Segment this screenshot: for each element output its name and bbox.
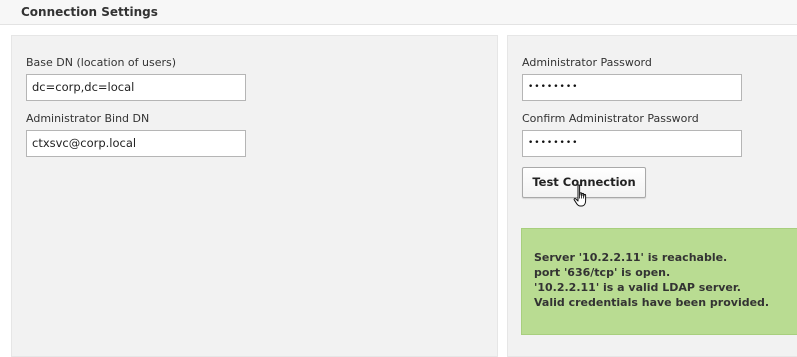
admin-password-label: Administrator Password <box>522 56 652 69</box>
hand-pointer-icon <box>573 184 587 207</box>
confirm-password-label: Confirm Administrator Password <box>522 112 699 125</box>
admin-password-input[interactable]: •••••••• <box>522 74 742 101</box>
base-dn-label: Base DN (location of users) <box>26 56 177 69</box>
status-line-credentials: Valid credentials have been provided. <box>534 296 770 309</box>
bind-dn-label: Administrator Bind DN <box>26 112 150 125</box>
base-dn-input[interactable]: dc=corp,dc=local <box>26 74 246 101</box>
status-line-ldap: '10.2.2.11' is a valid LDAP server. <box>534 281 741 294</box>
confirm-password-input[interactable]: •••••••• <box>522 130 742 157</box>
connection-status-box: Server '10.2.2.11' is reachable. port '6… <box>521 228 797 335</box>
section-title: Connection Settings <box>21 5 158 19</box>
section-header: Connection Settings <box>0 0 797 25</box>
status-line-reachable: Server '10.2.2.11' is reachable. <box>534 251 728 264</box>
bind-dn-input[interactable]: ctxsvc@corp.local <box>26 130 246 157</box>
status-line-port: port '636/tcp' is open. <box>534 266 671 279</box>
